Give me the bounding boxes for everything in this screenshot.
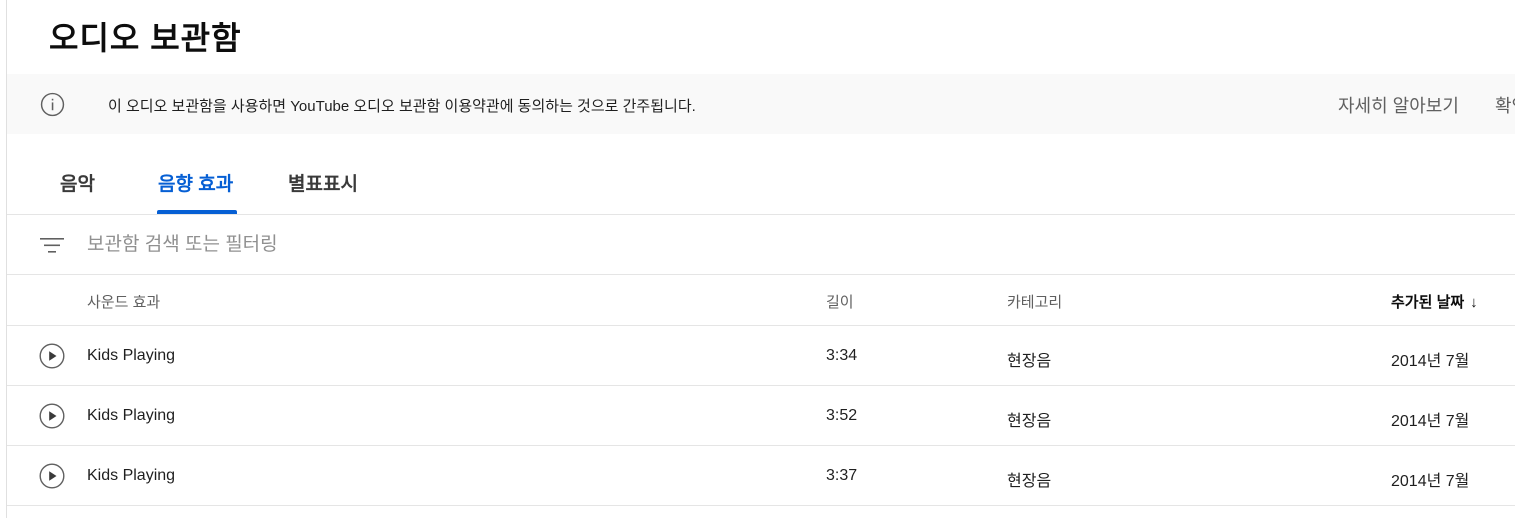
sound-length: 3:37: [826, 467, 858, 484]
sound-date-added: 2014년 7월: [1391, 413, 1470, 430]
sort-down-arrow-icon: ↓: [1470, 294, 1478, 311]
tab-sound-effects[interactable]: 음향 효과: [158, 169, 233, 196]
sound-category: 현장음: [1007, 473, 1052, 490]
learn-more-link[interactable]: 자세히 알아보기: [1338, 92, 1459, 118]
page-title: 오디오 보관함: [49, 20, 242, 56]
info-icon: [40, 92, 65, 117]
play-icon[interactable]: [39, 403, 65, 429]
column-header-category: 카테고리: [1007, 294, 1063, 311]
tab-bar: 음악 음향 효과 별표표시: [7, 135, 1515, 215]
column-header-sound-effect: 사운드 효과: [87, 294, 161, 311]
table-row[interactable]: Kids Playing 3:37 현장음 2014년 7월: [7, 446, 1515, 506]
search-filter-input[interactable]: [87, 231, 687, 259]
sound-length: 3:52: [826, 407, 858, 424]
sound-name: Kids Playing: [87, 467, 176, 484]
column-header-length: 길이: [826, 294, 854, 311]
terms-notice-banner: 이 오디오 보관함을 사용하면 YouTube 오디오 보관함 이용약관에 동의…: [7, 74, 1515, 134]
active-tab-indicator: [157, 210, 237, 214]
confirm-button[interactable]: 확인: [1495, 92, 1515, 118]
audio-library-page: 오디오 보관함 이 오디오 보관함을 사용하면 YouTube 오디오 보관함 …: [6, 0, 1515, 518]
sound-date-added: 2014년 7월: [1391, 353, 1470, 370]
notice-text: 이 오디오 보관함을 사용하면 YouTube 오디오 보관함 이용약관에 동의…: [108, 98, 696, 115]
filter-bar: [7, 215, 1515, 275]
table-row[interactable]: Kids Playing 3:34 현장음 2014년 7월: [7, 326, 1515, 386]
play-icon[interactable]: [39, 343, 65, 369]
sound-category: 현장음: [1007, 353, 1052, 370]
tab-starred[interactable]: 별표표시: [288, 169, 358, 196]
date-added-label: 추가된 날짜: [1391, 294, 1465, 311]
table-row[interactable]: Kids Playing 3:52 현장음 2014년 7월: [7, 386, 1515, 446]
filter-icon[interactable]: [40, 234, 64, 256]
sound-category: 현장음: [1007, 413, 1052, 430]
table-header: 사운드 효과 길이 카테고리 추가된 날짜 ↓: [7, 275, 1515, 326]
sound-date-added: 2014년 7월: [1391, 473, 1470, 490]
tab-music[interactable]: 음악: [60, 169, 95, 196]
sound-name: Kids Playing: [87, 347, 176, 364]
sound-name: Kids Playing: [87, 407, 176, 424]
column-header-date-added[interactable]: 추가된 날짜 ↓: [1391, 291, 1478, 312]
sound-length: 3:34: [826, 347, 858, 364]
play-icon[interactable]: [39, 463, 65, 489]
